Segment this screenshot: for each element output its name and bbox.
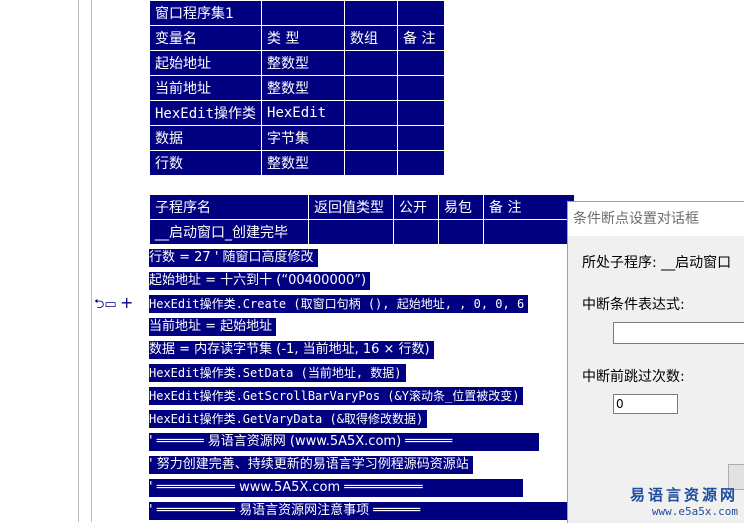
code-comment-line[interactable]: ' ══════════ 易语言资源网注意事项 ══════: [149, 502, 573, 520]
code-line[interactable]: HexEdit操作类.GetScrollBarVaryPos (&Y滚动条_位置…: [149, 387, 524, 405]
gutter-divider: [91, 0, 92, 522]
variable-name-cell[interactable]: 数据: [148, 125, 263, 151]
variable-type-cell[interactable]: HexEdit: [261, 100, 346, 126]
variable-type-cell[interactable]: 字节集: [261, 125, 346, 151]
expand-plus-icon[interactable]: +: [120, 293, 133, 312]
variable-name-cell[interactable]: 当前地址: [148, 75, 263, 101]
dialog-title[interactable]: 条件断点设置对话框: [568, 202, 744, 236]
table-row: 起始地址 整数型: [148, 50, 446, 76]
table-row: 窗口程序集1: [148, 0, 446, 26]
column-header: 类 型: [261, 25, 346, 51]
code-comment-line[interactable]: ' 努力创建完善、持续更新的易语言学习例程源码资源站: [149, 456, 473, 474]
variable-type-cell[interactable]: 整数型: [261, 50, 346, 76]
table-row: 当前地址 整数型: [148, 75, 446, 101]
column-header: 备 注: [397, 25, 446, 51]
variable-name-cell[interactable]: 行数: [148, 150, 263, 176]
site-watermark: 易语言资源网 www.e5a5x.com: [630, 484, 738, 518]
condition-input[interactable]: [613, 322, 744, 344]
code-line[interactable]: HexEdit操作类.SetData (当前地址, 数据): [149, 364, 406, 382]
column-header: 子程序名: [149, 194, 309, 220]
column-header: 返回值类型: [308, 194, 394, 220]
variable-name-cell[interactable]: 起始地址: [148, 50, 263, 76]
code-comment-line[interactable]: ' ══════ 易语言资源网 (www.5A5X.com) ══════: [149, 433, 539, 451]
code-line[interactable]: HexEdit操作类.GetVaryData (&取得修改数据): [149, 410, 428, 428]
variable-name-cell[interactable]: HexEdit操作类: [148, 100, 263, 126]
code-line[interactable]: 起始地址 = 十六到十 (“00400000”): [149, 272, 371, 290]
code-comment-line[interactable]: ' ══════════ www.5A5X.com ══════════: [149, 479, 523, 497]
subroutine-table: 子程序名 返回值类型 公开 易包 备 注 __启动窗口_创建完毕: [149, 194, 575, 245]
table-row: HexEdit操作类 HexEdit: [148, 100, 446, 126]
watermark-title: 易语言资源网: [629, 486, 738, 504]
breakpoint-icon[interactable]: ⮌▭: [94, 295, 117, 317]
column-header: 变量名: [148, 25, 263, 51]
table-row: 行数 整数型: [148, 150, 446, 176]
table-header-row: 子程序名 返回值类型 公开 易包 备 注: [149, 194, 575, 220]
column-header: 数组: [344, 25, 399, 51]
variable-type-cell[interactable]: 整数型: [261, 75, 346, 101]
watermark-url: www.e5a5x.com: [651, 505, 738, 518]
code-line[interactable]: 行数 = 27 ' 随窗口高度修改: [149, 249, 318, 267]
table-row: 数据 字节集: [148, 125, 446, 151]
variable-type-cell[interactable]: 整数型: [261, 150, 346, 176]
gutter-divider: [78, 0, 79, 522]
assembly-name-cell[interactable]: 窗口程序集1: [148, 0, 263, 26]
assembly-variable-table: 窗口程序集1 变量名 类 型 数组 备 注 起始地址 整数型 当前地址 整数型 …: [148, 0, 446, 176]
condition-label: 中断条件表达式:: [582, 297, 685, 313]
column-header: 易包: [438, 194, 484, 220]
skip-count-label: 中断前跳过次数:: [582, 369, 685, 385]
code-line[interactable]: 数据 = 内存读字节集 (-1, 当前地址, 16 × 行数): [149, 341, 434, 359]
code-line[interactable]: 当前地址 = 起始地址: [149, 318, 277, 336]
skip-count-input[interactable]: 0: [613, 394, 678, 414]
subroutine-label: 所处子程序: __启动窗口: [582, 255, 732, 271]
editor-gutter: [0, 0, 110, 522]
column-header: 公开: [393, 194, 439, 220]
table-row: __启动窗口_创建完毕: [149, 219, 575, 245]
code-line[interactable]: HexEdit操作类.Create (取窗口句柄 (), 起始地址, , 0, …: [149, 295, 529, 313]
table-header-row: 变量名 类 型 数组 备 注: [148, 25, 446, 51]
subroutine-name-cell[interactable]: __启动窗口_创建完毕: [149, 219, 309, 245]
conditional-breakpoint-dialog: 条件断点设置对话框 所处子程序: __启动窗口 中断条件表达式: 中断前跳过次数…: [567, 201, 744, 523]
column-header: 备 注: [483, 194, 575, 220]
